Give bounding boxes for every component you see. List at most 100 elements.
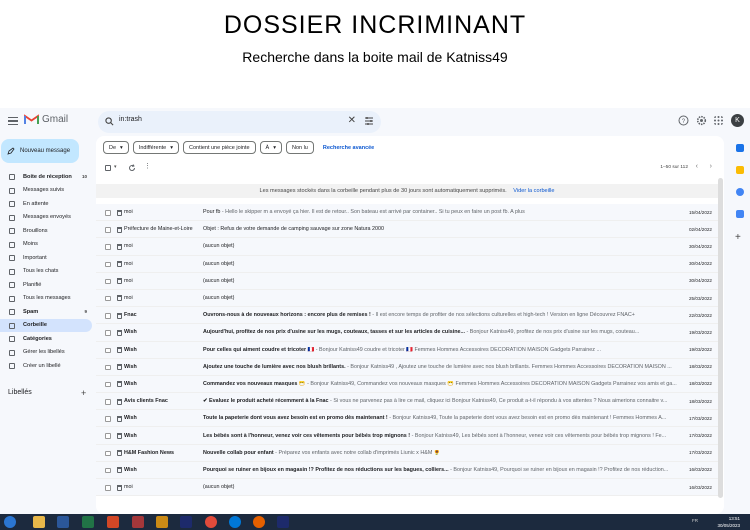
row-checkbox[interactable] [105,261,111,268]
search-input[interactable]: in:trash [119,116,142,123]
email-row[interactable]: Préfecture de Maine-et-Loire Objet : Refu… [96,221,718,239]
contacts-icon[interactable] [736,210,744,218]
row-checkbox[interactable] [105,450,111,457]
scrollbar[interactable] [718,178,723,498]
next-page-icon[interactable]: › [710,163,712,170]
search-bar[interactable]: in:trash ✕ [98,111,381,133]
row-checkbox[interactable] [105,313,111,319]
excel-icon[interactable] [82,516,94,528]
clear-search-icon[interactable]: ✕ [348,115,356,126]
chip-attachment[interactable]: Contient une pièce jointe [182,141,256,154]
chip-to[interactable]: À ▾ [259,141,282,154]
row-checkbox[interactable] [105,227,111,233]
main-menu-icon[interactable] [8,117,18,125]
row-checkbox[interactable] [105,244,111,250]
sidebar-item-5[interactable]: Moins [0,238,92,252]
sidebar-item-0[interactable]: Boite de réception 10 [0,170,92,184]
row-checkbox[interactable] [105,416,111,422]
email-row[interactable]: Avis clients Fnac ✔ Evaluez le produit ac… [96,393,718,411]
access-icon[interactable] [132,516,144,528]
chip-from[interactable]: De ▾ [103,141,129,154]
account-avatar[interactable]: K [731,114,744,127]
sidebar-item-11[interactable]: Corbeille [0,318,92,332]
sidebar-item-14[interactable]: Créer un libellé [0,359,92,373]
row-checkbox[interactable] [105,295,111,302]
row-checkbox[interactable] [105,330,111,336]
row-checkbox[interactable] [105,210,111,216]
add-addon-icon[interactable]: + [735,232,741,243]
calendar-icon[interactable] [736,144,744,152]
add-label-icon[interactable]: + [81,388,86,398]
tasks-icon[interactable] [736,188,744,196]
email-row[interactable]: moi (aucun objet) 30/04/2022 [96,238,718,256]
email-row[interactable]: Wish Pourquoi se ruiner en bijoux en maga… [96,461,718,479]
photoshop-icon-2[interactable] [277,516,289,528]
chip-any-time[interactable]: Indifférente ▾ [132,141,179,154]
email-row[interactable]: Wish Les bébés sont à l'honneur, venez vo… [96,427,718,445]
photoshop-icon[interactable] [180,516,192,528]
sidebar-item-9[interactable]: Tous les messages [0,292,92,306]
email-snippet: - Bonjour Katniss49, Commandez vos nouve… [305,380,677,387]
email-row[interactable]: Wish Commandez vos nouveaux masques 😷 - B… [96,375,718,394]
sidebar-item-6[interactable]: Important [0,251,92,265]
sidebar-item-7[interactable]: Tous les chats [0,265,92,279]
compose-button[interactable]: Nouveau message [1,139,79,163]
row-checkbox[interactable] [105,347,111,353]
email-row[interactable]: moi (aucun objet) 25/03/2022 [96,289,718,308]
settings-gear-icon[interactable] [696,115,707,126]
row-checkbox[interactable] [105,381,111,388]
sidebar-item-3[interactable]: Messages envoyés [0,211,92,225]
system-clock[interactable]: 13:51 30/05/2023 [717,515,740,529]
more-options-icon[interactable]: ⋮ [144,162,151,170]
row-checkbox[interactable] [105,364,111,371]
select-dropdown-icon[interactable]: ▾ [114,164,117,170]
prev-page-icon[interactable]: ‹ [696,163,698,170]
email-row[interactable]: moi (aucun objet) 30/04/2022 [96,255,718,273]
row-checkbox[interactable] [105,433,111,439]
keep-icon[interactable] [736,166,744,174]
sidebar-item-12[interactable]: Catégories [0,332,92,346]
search-options-icon[interactable] [364,116,374,126]
email-date: 02/04/2022 [689,226,712,232]
chrome-icon[interactable] [205,516,217,528]
email-row[interactable]: moi (aucun objet) 30/04/2022 [96,272,718,290]
help-icon[interactable]: ? [678,115,689,126]
email-row[interactable]: moi Pour fb - Hello le skipper m a envoyé… [96,204,718,222]
chip-unread[interactable]: Non lu [285,141,314,154]
row-checkbox[interactable] [105,278,111,285]
apps-grid-icon[interactable] [713,115,724,126]
edge-icon[interactable] [229,516,241,528]
row-checkbox[interactable] [105,485,111,491]
email-row[interactable]: moi (aucun objet) 16/03/2022 [96,479,718,497]
empty-trash-link[interactable]: Vider la corbeille [513,188,554,194]
gmail-logo[interactable]: Gmail [24,114,68,125]
row-checkbox[interactable] [105,467,111,474]
email-row[interactable]: Wish Pour celles qui aiment coudre et tri… [96,341,718,359]
start-icon[interactable] [4,516,16,528]
select-all-checkbox[interactable] [105,165,111,171]
email-row[interactable]: H&M Fashion News Nouvelle collab pour enf… [96,444,718,462]
clock-icon [9,201,15,207]
email-row[interactable]: Wish Toute la papeterie dont vous avez be… [96,410,718,428]
sidebar-item-10[interactable]: Spam 9 [0,305,92,319]
language-indicator[interactable]: FR [692,518,698,523]
sidebar-item-13[interactable]: Gérer les libellés [0,346,92,360]
sidebar-item-4[interactable]: Brouillons [0,224,92,238]
file-explorer-icon[interactable] [33,516,45,528]
advanced-search-link[interactable]: Recherche avancée [317,141,380,154]
sidebar-item-2[interactable]: En attente [0,197,92,211]
powerpoint-icon[interactable] [107,516,119,528]
firefox-icon[interactable] [253,516,265,528]
row-checkbox[interactable] [105,399,111,405]
email-row[interactable]: Wish Ajoutez une touche de lumière avec n… [96,358,718,376]
email-row[interactable]: Fnac Ouvrons-nous à de nouveaux horizons … [96,307,718,325]
email-subject: Ajoutez une touche de lumière avec nos b… [203,363,346,370]
word-icon[interactable] [57,516,69,528]
sidebar-item-8[interactable]: Planifié [0,278,92,292]
email-subject: Ouvrons-nous à de nouveaux horizons : en… [203,312,371,319]
refresh-icon[interactable] [128,164,136,172]
sidebar-item-1[interactable]: Messages suivis [0,184,92,198]
app-icon[interactable] [156,516,168,528]
email-row[interactable]: Wish Aujourd'hui, profitez de nos prix d'… [96,324,718,342]
search-icon[interactable] [105,117,114,126]
